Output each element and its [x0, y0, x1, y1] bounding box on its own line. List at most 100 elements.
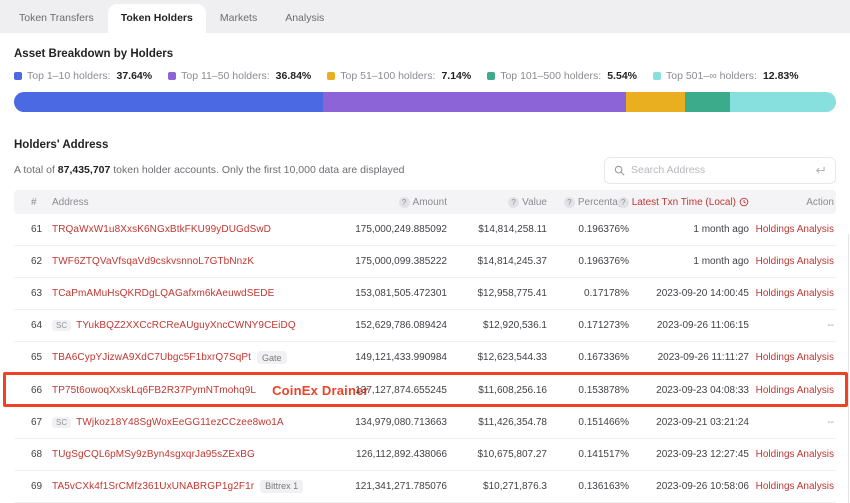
- legend-value: 37.64%: [116, 70, 152, 82]
- no-action: --: [749, 417, 836, 428]
- holder-address-cell: TUgSgCQL6pMSy9zByn4sgxqrJa95sZExBG: [52, 449, 282, 460]
- table-row: 68 TUgSgCQL6pMSy9zByn4sgxqrJa95sZExBG 12…: [14, 439, 836, 471]
- holder-value: $12,623,544.33: [447, 352, 547, 363]
- legend-color-swatch: [653, 72, 661, 80]
- holder-address-link[interactable]: TBA6CypYJizwA9XdC7Ubgc5F1bxrQ7SqPt: [52, 352, 251, 363]
- holdings-analysis-link[interactable]: Holdings Analysis: [749, 288, 836, 299]
- tab-token-transfers[interactable]: Token Transfers: [5, 4, 108, 33]
- legend-item: Top 51–100 holders: 7.14%: [327, 70, 471, 82]
- holders-distribution-bar-segment: [626, 92, 685, 112]
- asset-breakdown-title: Asset Breakdown by Holders: [14, 48, 836, 60]
- help-icon[interactable]: ?: [618, 197, 629, 208]
- holder-address-link[interactable]: TCaPmAMuHsQKRDgLQAGafxm6kAeuwdSEDE: [52, 288, 274, 299]
- help-icon[interactable]: ?: [564, 197, 575, 208]
- holder-percentage: 0.171273%: [547, 320, 629, 331]
- legend-value: 36.84%: [276, 70, 312, 82]
- holders-distribution-bar-segment: [323, 92, 626, 112]
- legend-color-swatch: [168, 72, 176, 80]
- legend-label: Top 501–∞ holders:: [666, 70, 757, 82]
- holder-rank: 69: [14, 481, 52, 492]
- holder-value: $11,426,354.78: [447, 417, 547, 428]
- table-row: 65 TBA6CypYJizwA9XdC7Ubgc5F1bxrQ7SqPt Ga…: [14, 342, 836, 374]
- holder-percentage: 0.167336%: [547, 352, 629, 363]
- holder-address-link[interactable]: TWjkoz18Y48SgWoxEeGG11ezCCzee8wo1A: [76, 417, 284, 428]
- holdings-analysis-link[interactable]: Holdings Analysis: [749, 352, 836, 363]
- table-row: 62 TWF6ZTQVaVfsqaVd9cskvsnnoL7GTbNnzK 17…: [14, 246, 836, 278]
- legend-value: 5.54%: [607, 70, 637, 82]
- latest-txn-time: 2023-09-23 04:08:33: [629, 385, 749, 396]
- holder-address-link[interactable]: TP75t6owoqXxskLq6FB2R37PymNTmohq9L: [52, 385, 256, 396]
- header-amount[interactable]: ? Amount: [282, 197, 447, 208]
- header-latest-txn-time[interactable]: ? Latest Txn Time (Local): [629, 197, 749, 208]
- holdings-analysis-link[interactable]: Holdings Analysis: [749, 481, 836, 492]
- holder-address-link[interactable]: TWF6ZTQVaVfsqaVd9cskvsnnoL7GTbNnzK: [52, 256, 254, 267]
- holder-value: $12,920,536.1: [447, 320, 547, 331]
- holders-address-title: Holders' Address: [14, 139, 836, 151]
- tab-label: Token Holders: [121, 12, 193, 24]
- latest-txn-time: 1 month ago: [629, 256, 749, 267]
- no-action: --: [749, 320, 836, 331]
- holder-rank: 65: [14, 352, 52, 363]
- latest-txn-time: 2023-09-26 10:58:06: [629, 481, 749, 492]
- holder-address-link[interactable]: TA5vCXk4f1SrCMfz361UxUNABRGP1g2F1r: [52, 481, 254, 492]
- holder-rank: 61: [14, 224, 52, 235]
- holder-address-link[interactable]: TRQaWxW1u8XxsK6NGxBtkFKU99yDUGdSwD: [52, 224, 271, 235]
- holder-address-cell: TP75t6owoqXxskLq6FB2R37PymNTmohq9L CoinE…: [52, 383, 282, 398]
- holder-percentage: 0.141517%: [547, 449, 629, 460]
- holder-percentage: 0.196376%: [547, 256, 629, 267]
- holders-distribution-bar-segment: [685, 92, 731, 112]
- legend-value: 12.83%: [763, 70, 799, 82]
- header-rank[interactable]: #: [14, 197, 52, 208]
- header-action: Action: [749, 197, 836, 208]
- table-header: # Address ? Amount ? Value ? Percentage …: [14, 190, 836, 214]
- holder-address-cell: SC TWjkoz18Y48SgWoxEeGG11ezCCzee8wo1A: [52, 417, 282, 428]
- header-value[interactable]: ? Value: [447, 197, 547, 208]
- search-address-input[interactable]: [631, 164, 807, 176]
- legend-label: Top 1–10 holders:: [27, 70, 110, 82]
- latest-txn-time: 2023-09-20 14:00:45: [629, 288, 749, 299]
- breakdown-legend: Top 1–10 holders: 37.64% Top 11–50 holde…: [14, 70, 836, 82]
- header-address[interactable]: Address: [52, 197, 282, 208]
- clock-icon: [739, 197, 749, 207]
- tab-markets[interactable]: Markets: [206, 4, 271, 33]
- holder-address-link[interactable]: TUgSgCQL6pMSy9zByn4sgxqrJa95sZExBG: [52, 449, 255, 460]
- holdings-analysis-link[interactable]: Holdings Analysis: [749, 224, 836, 235]
- search-icon: [614, 165, 625, 176]
- tab-analysis[interactable]: Analysis: [271, 4, 338, 33]
- holdings-analysis-link[interactable]: Holdings Analysis: [749, 385, 836, 396]
- holder-amount: 126,112,892.438066: [282, 449, 447, 460]
- help-icon[interactable]: ?: [508, 197, 519, 208]
- holder-amount: 152,629,786.089424: [282, 320, 447, 331]
- smart-contract-badge: SC: [52, 320, 71, 331]
- holders-distribution-bar-segment: [14, 92, 323, 112]
- tab-bar: Token Transfers Token Holders MarketsAnaly…: [0, 0, 850, 33]
- table-row: 69 TA5vCXk4f1SrCMfz361UxUNABRGP1g2F1r Bi…: [14, 471, 836, 503]
- table-row: 61 TRQaWxW1u8XxsK6NGxBtkFKU99yDUGdSwD 17…: [14, 214, 836, 246]
- legend-label: Top 11–50 holders:: [181, 70, 270, 82]
- holder-address-cell: TWF6ZTQVaVfsqaVd9cskvsnnoL7GTbNnzK: [52, 256, 282, 267]
- holder-percentage: 0.17178%: [547, 288, 629, 299]
- smart-contract-badge: SC: [52, 417, 71, 428]
- table-row: 66 TP75t6owoqXxskLq6FB2R37PymNTmohq9L Co…: [14, 374, 836, 406]
- holder-amount: 137,127,874.655245: [282, 385, 447, 396]
- search-address-box[interactable]: [604, 157, 836, 184]
- enter-icon[interactable]: [813, 165, 826, 176]
- holder-address-link[interactable]: TYukBQZ2XXCcRCReAUguyXncCWNY9CEiDQ: [76, 320, 296, 331]
- holdings-analysis-link[interactable]: Holdings Analysis: [749, 256, 836, 267]
- latest-txn-time: 2023-09-21 03:21:24: [629, 417, 749, 428]
- legend-color-swatch: [327, 72, 335, 80]
- holdings-analysis-link[interactable]: Holdings Analysis: [749, 449, 836, 460]
- header-percentage[interactable]: ? Percentage: [547, 197, 629, 208]
- holder-rank: 68: [14, 449, 52, 460]
- header-latest-txn-time-label: Latest Txn Time (Local): [632, 197, 736, 208]
- holder-rank: 63: [14, 288, 52, 299]
- help-icon[interactable]: ?: [399, 197, 410, 208]
- legend-item: Top 501–∞ holders: 12.83%: [653, 70, 799, 82]
- table-row: 63 TCaPmAMuHsQKRDgLQAGafxm6kAeuwdSEDE 15…: [14, 278, 836, 310]
- legend-item: Top 11–50 holders: 36.84%: [168, 70, 311, 82]
- tab-label: Token Transfers: [19, 12, 94, 24]
- holder-address-cell: SC TYukBQZ2XXCcRCReAUguyXncCWNY9CEiDQ: [52, 320, 282, 331]
- tab-token-holders[interactable]: Token Holders: [108, 4, 206, 33]
- holders-distribution-bar-segment: [730, 92, 835, 112]
- summary-row: A total of 87,435,707 token holder accou…: [14, 156, 836, 184]
